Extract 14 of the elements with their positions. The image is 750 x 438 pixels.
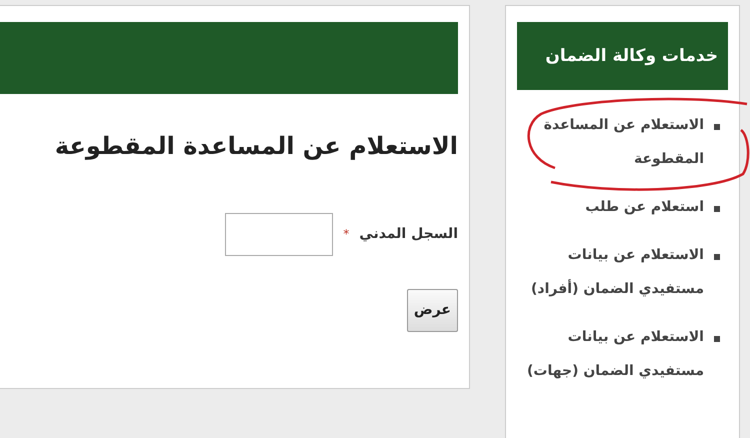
sidebar-link[interactable]: استعلام عن طلب	[585, 190, 704, 224]
field-label: السجل المدني	[359, 224, 458, 244]
input-field[interactable]	[225, 212, 334, 256]
bullet-icon	[714, 124, 720, 130]
bullet-icon	[714, 254, 720, 260]
sidebar-link[interactable]: الاستعلام عن بيانات مستفيدي الضمان (أفراد)	[517, 238, 704, 306]
sidebar-title: خدمات وكالة الضمان	[517, 22, 728, 90]
bullet-icon	[714, 206, 720, 212]
page-title: الاستعلام عن المساعدة المقطوعة	[54, 132, 458, 161]
sidebar-link[interactable]: الاستعلام عن بيانات مستفيدي الضمان (جهات)	[517, 320, 704, 388]
sidebar-link[interactable]: الاستعلام عن المساعدة المقطوعة	[517, 108, 704, 176]
bullet-icon	[714, 336, 720, 342]
submit-button[interactable]: عرض	[407, 288, 458, 332]
required-mark: *	[343, 226, 350, 244]
